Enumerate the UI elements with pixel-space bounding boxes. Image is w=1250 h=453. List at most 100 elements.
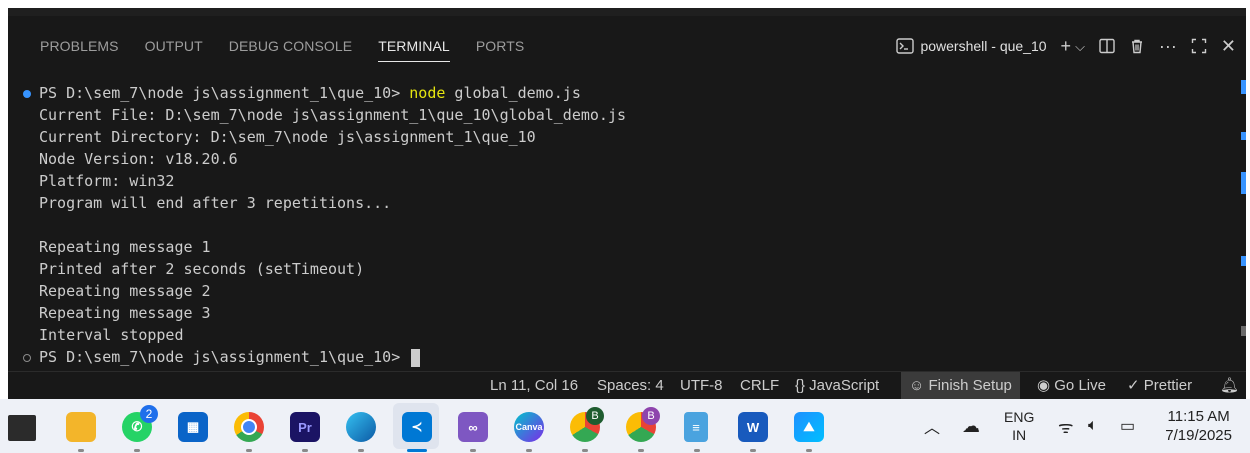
running-indicator — [302, 449, 308, 452]
scrollbar-marker — [1241, 256, 1246, 266]
new-terminal-plus-icon[interactable]: + — [1061, 37, 1072, 55]
command-keyword: node — [409, 84, 446, 102]
onedrive-icon[interactable]: ☁ — [962, 399, 980, 453]
canva-icon[interactable]: Canva — [514, 412, 544, 442]
terminal-name: powershell - que_10 — [920, 38, 1047, 54]
running-indicator — [582, 449, 588, 452]
tab-problems[interactable]: PROBLEMS — [40, 26, 133, 66]
windows-taskbar: ✆ 2 ▦ Pr ≺ ∞ Canva B B ≡ W ⛰ ︿ ☁ ENG IN … — [0, 399, 1250, 453]
trash-icon[interactable] — [1129, 38, 1145, 54]
output-line: Repeating message 2 — [39, 282, 211, 300]
terminal-prompt-line: PS D:\sem_7\node js\assignment_1\que_10> — [39, 346, 421, 368]
output-line: Node Version: v18.20.6 — [39, 150, 238, 168]
prompt: PS D:\sem_7\node js\assignment_1\que_10> — [39, 348, 410, 366]
vscode-icon[interactable]: ≺ — [402, 412, 432, 442]
split-terminal-icon[interactable] — [1099, 38, 1115, 54]
running-indicator — [806, 449, 812, 452]
scrollbar-marker — [1241, 326, 1246, 336]
running-indicator — [638, 449, 644, 452]
command-success-decoration[interactable] — [23, 90, 31, 98]
file-explorer-icon[interactable] — [66, 412, 96, 442]
active-indicator — [407, 449, 427, 452]
scrollbar-marker — [1241, 172, 1246, 194]
output-line: Printed after 2 seconds (setTimeout) — [39, 260, 365, 278]
tab-terminal[interactable]: TERMINAL — [378, 26, 464, 66]
command-pending-decoration[interactable] — [23, 354, 31, 362]
chevron-down-icon[interactable]: ⌵ — [1075, 40, 1085, 53]
go-live-button[interactable]: ◉ Go Live — [1037, 372, 1106, 399]
status-bar: Ln 11, Col 16 Spaces: 4 UTF-8 CRLF {} Ja… — [8, 371, 1246, 399]
output-line: Interval stopped — [39, 326, 184, 344]
prettier-label: Prettier — [1143, 377, 1193, 394]
running-indicator — [526, 449, 532, 452]
editor-area-edge — [8, 8, 1246, 16]
chrome-icon[interactable] — [234, 412, 264, 442]
language-mode[interactable]: {} JavaScript — [795, 372, 879, 399]
terminal-cursor — [411, 348, 421, 367]
panel-actions: powershell - que_10 + ⌵ ··· ✕ — [896, 26, 1236, 66]
tab-ports[interactable]: PORTS — [476, 26, 538, 66]
battery-icon[interactable]: ▭ — [1120, 399, 1135, 453]
cursor-position[interactable]: Ln 11, Col 16 — [490, 372, 578, 399]
start-app-icon[interactable] — [8, 415, 36, 441]
close-panel-icon[interactable]: ✕ — [1221, 37, 1236, 55]
panel-tabs: PROBLEMS OUTPUT DEBUG CONSOLE TERMINAL P… — [40, 26, 550, 66]
prompt: PS D:\sem_7\node js\assignment_1\que_10> — [39, 84, 410, 102]
running-indicator — [246, 449, 252, 452]
word-icon[interactable]: W — [738, 412, 768, 442]
show-hidden-icons-chevron-icon[interactable]: ︿ — [924, 399, 940, 453]
clock-time: 11:15 AM — [1167, 408, 1230, 425]
terminal-output[interactable]: PS D:\sem_7\node js\assignment_1\que_10>… — [8, 78, 1228, 378]
language-indicator[interactable]: ENG IN — [1004, 399, 1034, 453]
scrollbar-marker — [1241, 80, 1246, 94]
edge-icon[interactable] — [346, 412, 376, 442]
eol-setting[interactable]: CRLF — [740, 372, 779, 399]
vscode-window: PROBLEMS OUTPUT DEBUG CONSOLE TERMINAL P… — [8, 8, 1246, 399]
microsoft-store-icon[interactable]: ▦ — [178, 412, 208, 442]
output-line: Repeating message 1 — [39, 238, 211, 256]
more-actions-icon[interactable]: ··· — [1159, 37, 1177, 55]
clock-date: 7/19/2025 — [1165, 427, 1232, 444]
terminal-command-line: PS D:\sem_7\node js\assignment_1\que_10>… — [39, 82, 581, 104]
finish-setup-label: Finish Setup — [928, 377, 1012, 394]
system-clock[interactable]: 11:15 AM 7/19/2025 — [1165, 407, 1232, 445]
go-live-label: Go Live — [1054, 377, 1106, 394]
photos-icon[interactable]: ⛰ — [794, 412, 824, 442]
output-line: Current File: D:\sem_7\node js\assignmen… — [39, 106, 626, 124]
running-indicator — [78, 449, 84, 452]
command-argument: global_demo.js — [445, 84, 581, 102]
language-top: ENG — [1004, 409, 1035, 425]
profile-badge: B — [642, 407, 660, 425]
maximize-panel-icon[interactable] — [1191, 38, 1207, 54]
profile-badge: B — [586, 407, 604, 425]
output-line: Platform: win32 — [39, 172, 175, 190]
tab-output[interactable]: OUTPUT — [145, 26, 217, 66]
panel-header: PROBLEMS OUTPUT DEBUG CONSOLE TERMINAL P… — [8, 26, 1246, 66]
notepad-icon[interactable]: ≡ — [684, 412, 708, 442]
terminal-icon — [896, 38, 915, 54]
double-check-icon: ✓ — [1127, 377, 1140, 394]
copilot-icon: ☺ — [909, 377, 925, 394]
terminal-selector[interactable]: powershell - que_10 — [896, 38, 1047, 54]
running-indicator — [134, 449, 140, 452]
running-indicator — [358, 449, 364, 452]
output-line: Program will end after 3 repetitions... — [39, 194, 392, 212]
output-line: Repeating message 3 — [39, 304, 211, 322]
finish-setup-button[interactable]: ☺ Finish Setup — [901, 372, 1020, 399]
broadcast-icon: ◉ — [1037, 377, 1051, 394]
premiere-pro-icon[interactable]: Pr — [290, 412, 320, 442]
indentation-setting[interactable]: Spaces: 4 — [597, 372, 664, 399]
visual-studio-icon[interactable]: ∞ — [458, 412, 488, 442]
running-indicator — [694, 449, 700, 452]
running-indicator — [470, 449, 476, 452]
notifications-bell-icon[interactable]: 🔔︎ — [1220, 372, 1239, 399]
wifi-icon[interactable]: ᯤ — [1058, 399, 1074, 453]
prettier-status[interactable]: ✓ Prettier — [1127, 372, 1192, 399]
output-line: Current Directory: D:\sem_7\node js\assi… — [39, 128, 536, 146]
tab-debug-console[interactable]: DEBUG CONSOLE — [229, 26, 366, 66]
whatsapp-notification-badge: 2 — [140, 405, 158, 423]
volume-muted-icon[interactable]: 🔈︎ — [1088, 399, 1098, 453]
running-indicator — [750, 449, 756, 452]
encoding-setting[interactable]: UTF-8 — [680, 372, 723, 399]
scrollbar-marker — [1241, 132, 1246, 140]
